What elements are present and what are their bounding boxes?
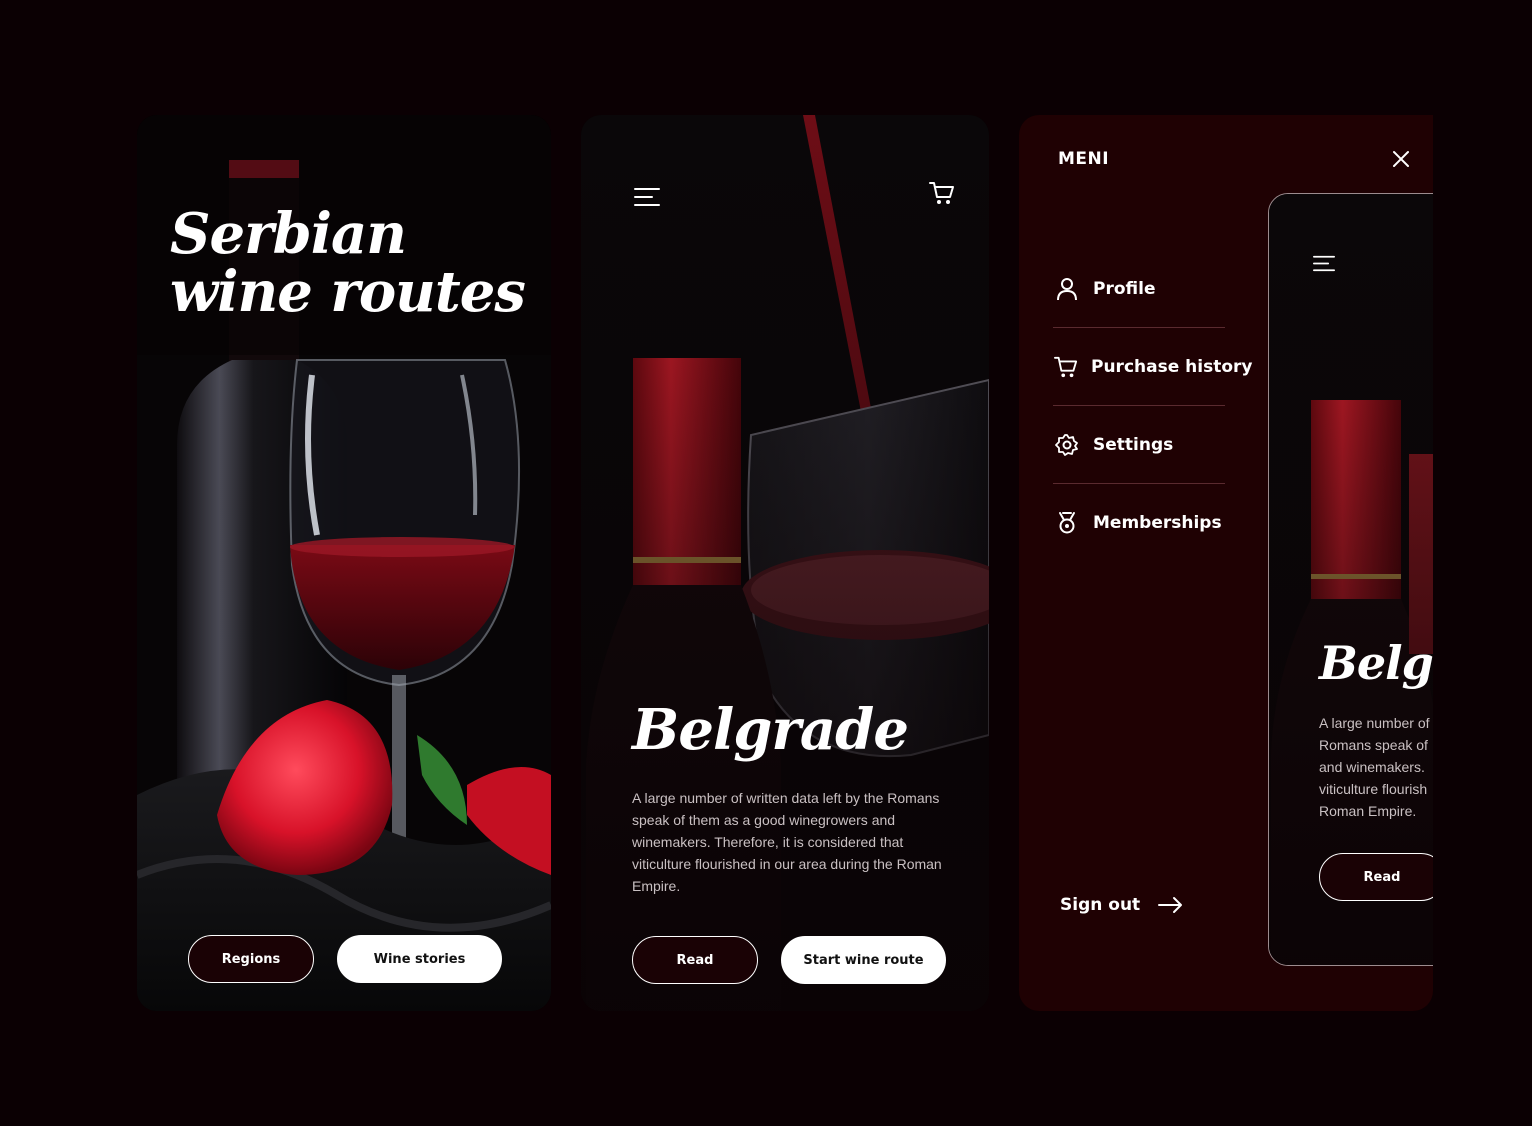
menu-item-settings[interactable]: Settings — [1053, 406, 1225, 484]
gear-icon — [1053, 431, 1081, 459]
arrow-right-icon — [1158, 896, 1184, 914]
menu-item-label: Profile — [1093, 279, 1156, 299]
preview-city-title: Belgrade — [1319, 636, 1433, 690]
intro-screen: Serbian wine routes Regions Wine stories — [137, 115, 551, 1011]
city-description: A large number of written data left by t… — [632, 790, 942, 894]
sign-out-button[interactable]: Sign out — [1060, 895, 1184, 915]
cart-icon — [1053, 353, 1079, 381]
hamburger-menu-icon[interactable] — [631, 183, 663, 211]
app-title: Serbian wine routes — [170, 201, 526, 325]
menu-item-memberships[interactable]: Memberships — [1053, 484, 1225, 562]
start-wine-route-button[interactable]: Start wine route — [781, 936, 946, 984]
close-icon[interactable] — [1387, 145, 1415, 173]
medal-icon — [1053, 509, 1081, 537]
menu-item-profile[interactable]: Profile — [1053, 250, 1225, 328]
menu-item-label: Settings — [1093, 435, 1174, 455]
cart-icon[interactable] — [925, 177, 959, 209]
wine-stories-button[interactable]: Wine stories — [337, 935, 502, 983]
regions-button[interactable]: Regions — [188, 935, 314, 983]
user-icon — [1053, 275, 1081, 303]
menu-screen: MENI Profile Purchase history Settings M… — [1019, 115, 1433, 1011]
read-button[interactable]: Read — [632, 936, 758, 984]
menu-item-purchase-history[interactable]: Purchase history — [1053, 328, 1252, 406]
sign-out-label: Sign out — [1060, 895, 1141, 915]
menu-title: MENI — [1058, 149, 1110, 169]
hamburger-menu-icon[interactable] — [1311, 252, 1337, 274]
region-detail-screen: Belgrade A large number of written data … — [581, 115, 989, 1011]
city-title: Belgrade — [632, 697, 909, 763]
menu-item-label: Purchase history — [1091, 357, 1253, 377]
menu-item-label: Memberships — [1093, 513, 1222, 533]
preview-description: A large number of Romans speak of and wi… — [1319, 715, 1430, 819]
preview-photo — [1269, 194, 1433, 965]
preview-read-button[interactable]: Read — [1319, 853, 1433, 901]
screen-preview: Belgrade A large number of Romans speak … — [1268, 193, 1433, 966]
